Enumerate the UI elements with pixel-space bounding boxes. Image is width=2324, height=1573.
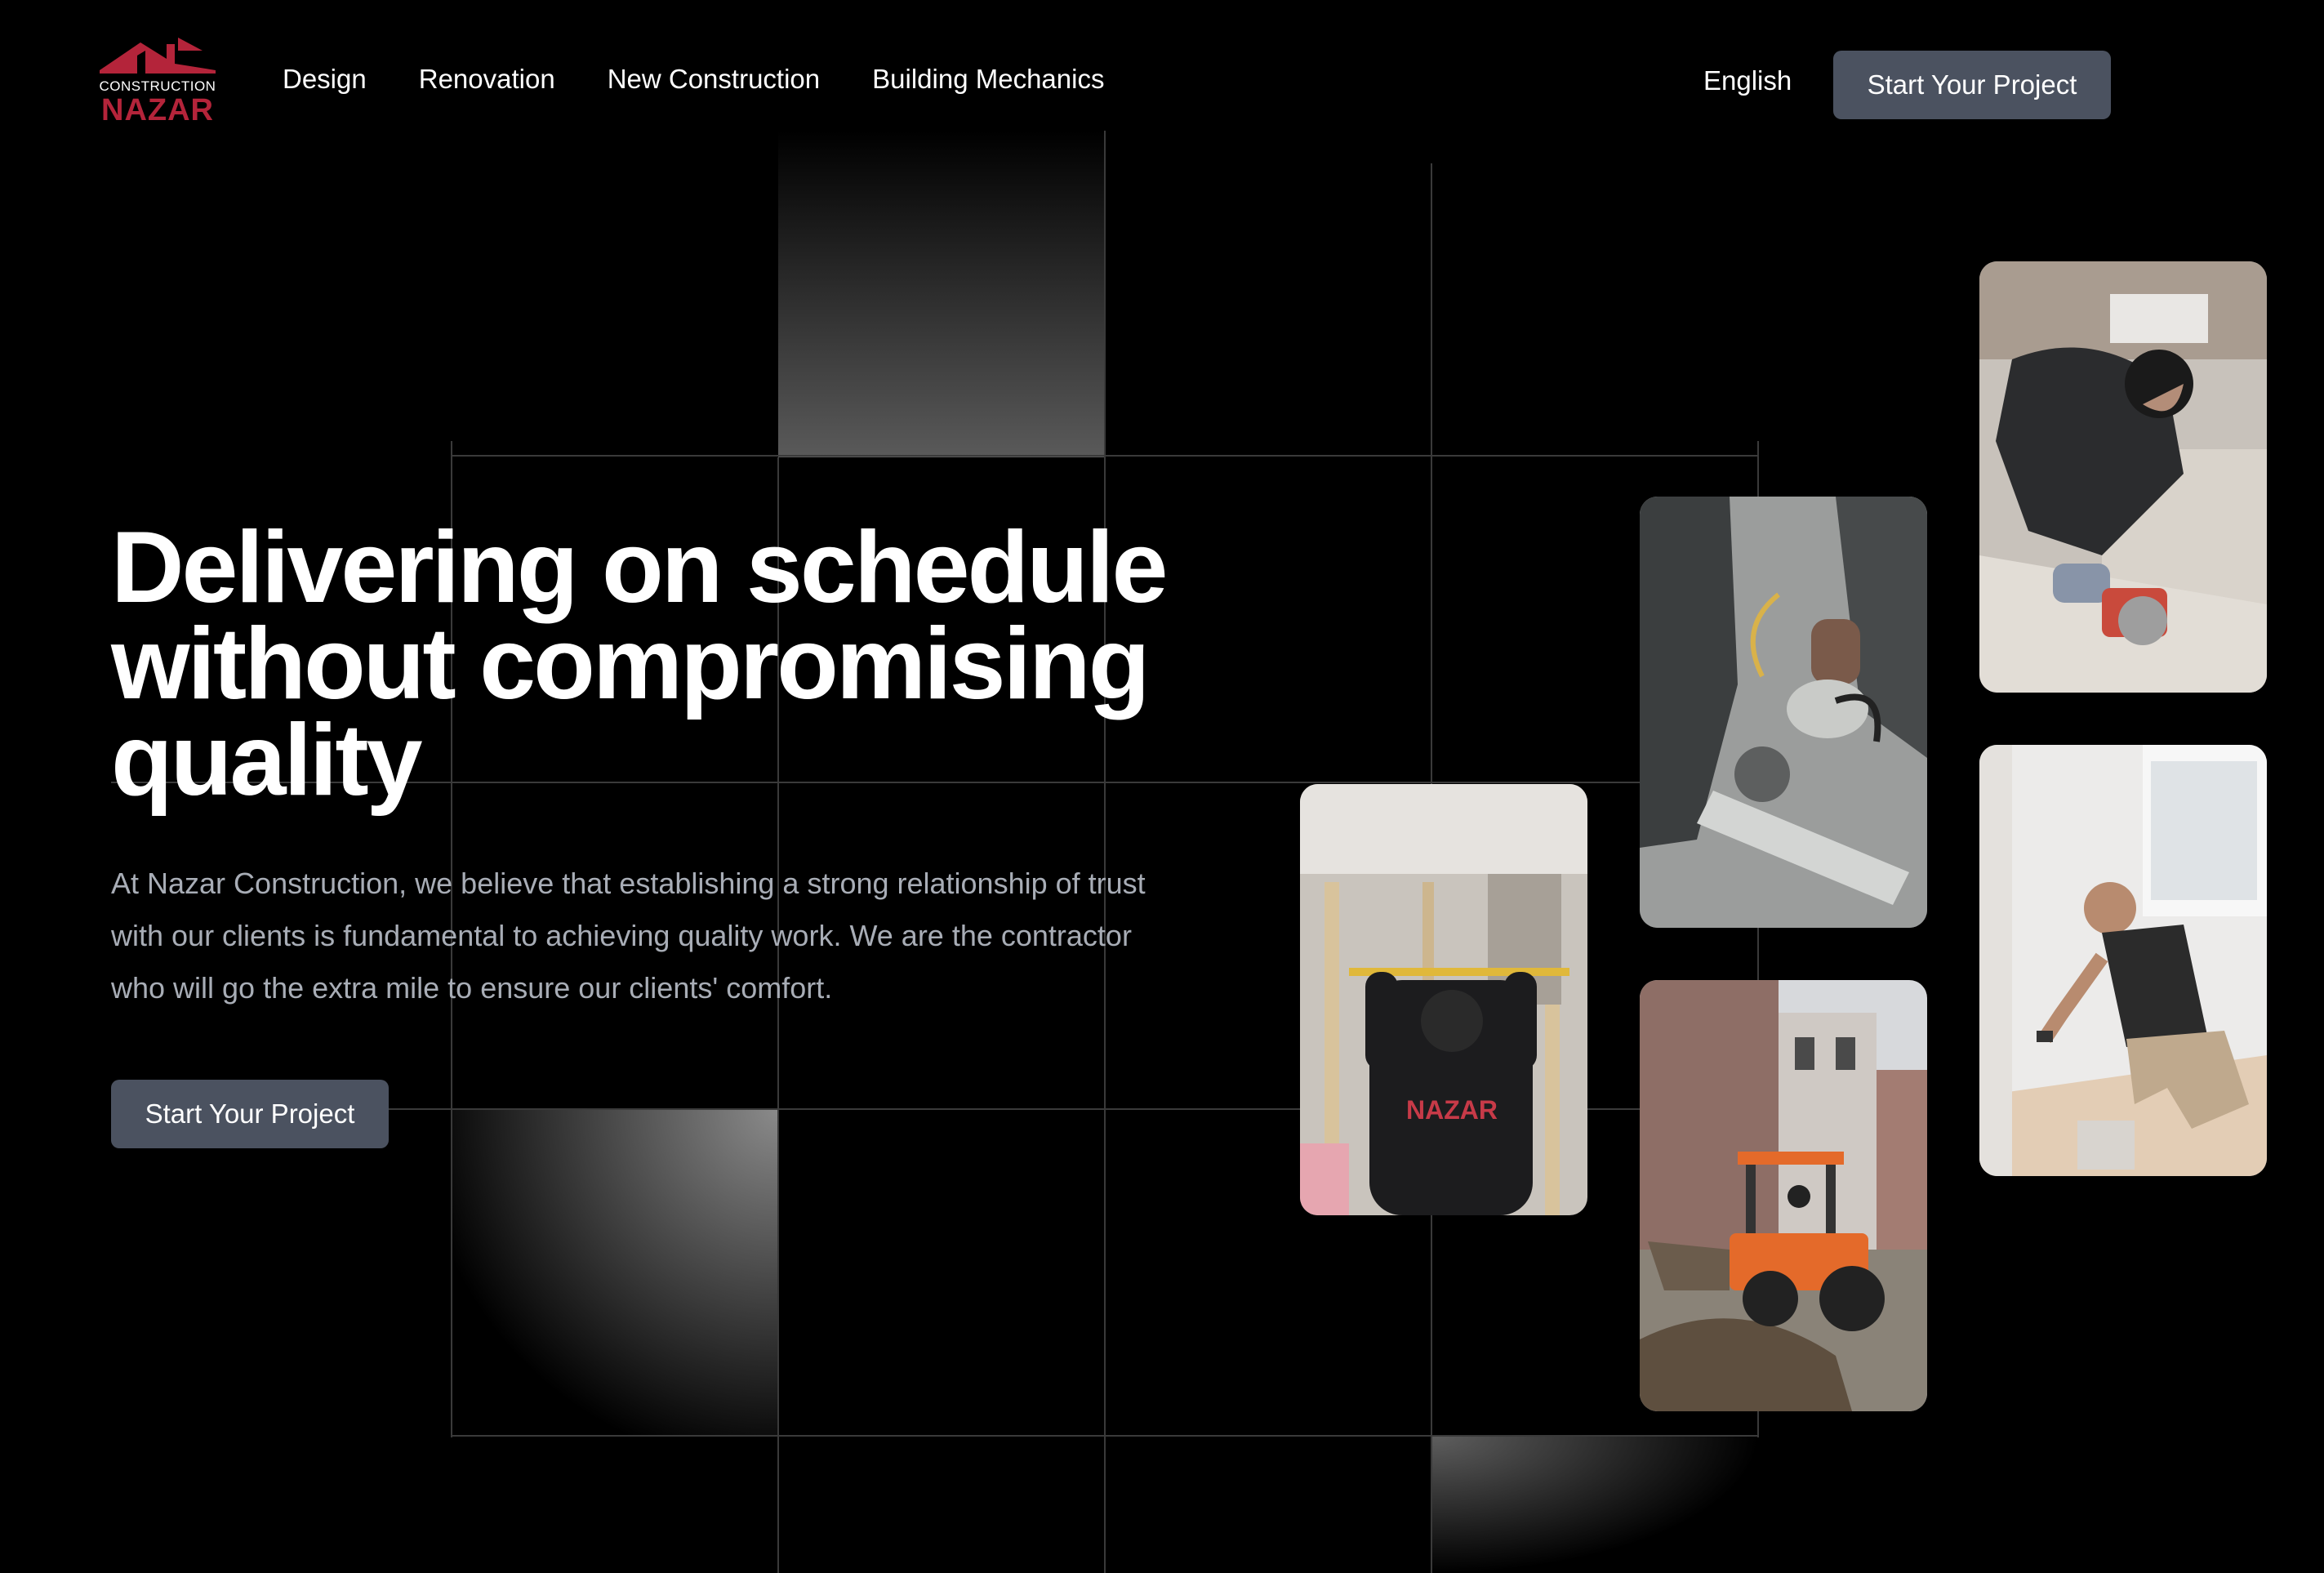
grinder-on-metal-icon bbox=[1640, 497, 1927, 928]
logo-main-text: NAZAR bbox=[101, 93, 214, 127]
nav-renovation[interactable]: Renovation bbox=[419, 64, 555, 95]
start-project-button-header[interactable]: Start Your Project bbox=[1833, 51, 2111, 119]
nav-building-mechanics[interactable]: Building Mechanics bbox=[872, 64, 1104, 95]
start-project-button-hero[interactable]: Start Your Project bbox=[111, 1080, 389, 1148]
photo-excavator bbox=[1640, 980, 1927, 1411]
photo-worker-leveling: NAZAR bbox=[1300, 784, 1587, 1215]
language-selector[interactable]: English bbox=[1703, 65, 1792, 96]
worker-with-level-icon: NAZAR bbox=[1300, 784, 1587, 1215]
house-roof-icon bbox=[100, 38, 216, 74]
photo-painting-wall bbox=[1979, 745, 2267, 1176]
circular-saw-icon bbox=[1979, 261, 2267, 693]
hero-description: At Nazar Construction, we believe that e… bbox=[111, 867, 1146, 1005]
logo-top-text: CONSTRUCTION bbox=[99, 78, 216, 94]
nav-design[interactable]: Design bbox=[283, 64, 367, 95]
site-header: CONSTRUCTION NAZAR Design Renovation New… bbox=[0, 0, 2324, 131]
photo-sawing-floor bbox=[1979, 261, 2267, 693]
hero-title: Delivering on schedule without compromis… bbox=[111, 517, 1254, 811]
hero-title-line-3: quality bbox=[111, 704, 423, 817]
nazar-logo[interactable]: CONSTRUCTION NAZAR bbox=[96, 34, 219, 127]
photo-cutting-tool bbox=[1640, 497, 1927, 928]
page: CONSTRUCTION NAZAR Design Renovation New… bbox=[0, 0, 2324, 1573]
nav-new-construction[interactable]: New Construction bbox=[608, 64, 820, 95]
painter-kneeling-icon bbox=[1979, 745, 2267, 1176]
main-nav: Design Renovation New Construction Build… bbox=[283, 64, 1104, 95]
svg-text:NAZAR: NAZAR bbox=[1406, 1095, 1498, 1125]
orange-loader-icon bbox=[1640, 980, 1927, 1411]
